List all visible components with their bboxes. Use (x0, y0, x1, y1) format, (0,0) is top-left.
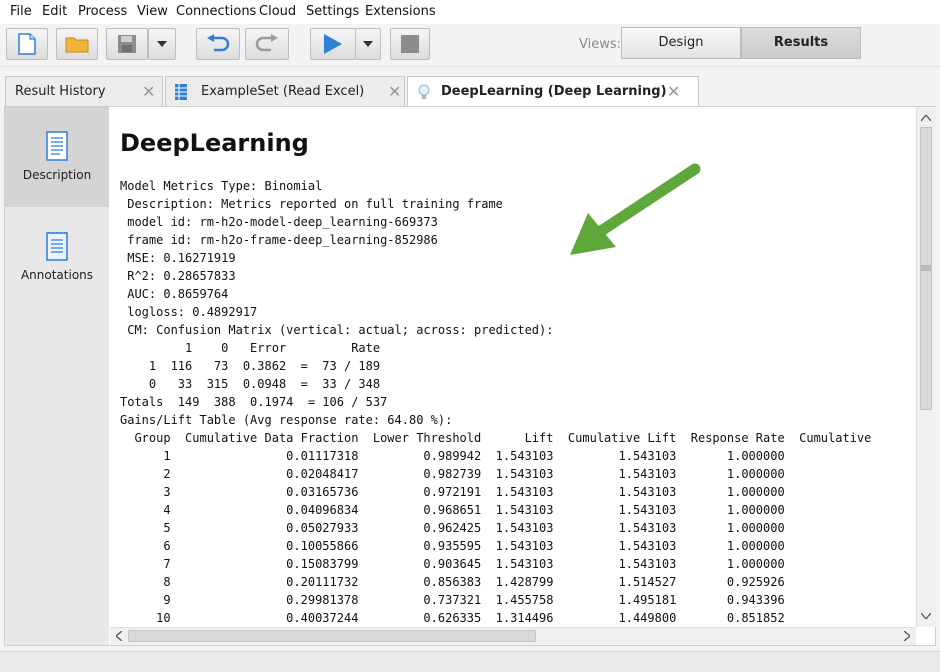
vertical-scrollbar[interactable] (916, 107, 936, 627)
menu-extensions[interactable]: Extensions (365, 4, 436, 19)
folder-icon (65, 37, 89, 53)
model-title: DeepLearning (120, 129, 309, 157)
sidebar-item-label: Annotations (20, 268, 94, 282)
tab-exampleset[interactable]: ExampleSet (Read Excel) ✕ (165, 76, 405, 106)
status-bar (0, 651, 940, 672)
table-icon (175, 84, 187, 100)
grip-icon (921, 265, 931, 271)
save-disk-icon (118, 35, 136, 53)
sidebar-item-label: Description (22, 168, 92, 182)
chevron-down-icon (363, 41, 373, 47)
scroll-down-icon[interactable] (921, 613, 931, 619)
tab-label: Result History (15, 84, 106, 99)
sidebar-item-annotations[interactable]: Annotations (5, 207, 109, 307)
menu-process[interactable]: Process (78, 4, 127, 19)
menu-view[interactable]: View (137, 4, 168, 19)
model-metrics-text: Model Metrics Type: Binomial Description… (120, 179, 872, 625)
new-document-icon (18, 33, 36, 55)
pointer-arrow-annotation (570, 163, 701, 255)
tab-deeplearning[interactable]: DeepLearning (Deep Learning) ✕ (407, 76, 699, 107)
scroll-up-icon[interactable] (921, 115, 931, 121)
description-document-icon (46, 131, 68, 161)
undo-icon (207, 34, 230, 52)
view-sidebar: Description Annotations (5, 107, 109, 645)
undo-button[interactable] (196, 28, 240, 60)
menu-connections[interactable]: Connections (176, 4, 256, 19)
close-icon[interactable]: ✕ (388, 82, 401, 101)
close-icon[interactable]: ✕ (667, 82, 680, 101)
menu-file[interactable]: File (10, 4, 32, 19)
menu-edit[interactable]: Edit (42, 4, 67, 19)
views-label: Views: (579, 37, 622, 52)
new-process-button[interactable] (6, 28, 48, 60)
scroll-left-icon[interactable] (116, 631, 122, 641)
menu-settings[interactable]: Settings (306, 4, 359, 19)
tab-label: ExampleSet (Read Excel) (201, 84, 365, 99)
redo-button[interactable] (245, 28, 289, 60)
horizontal-scroll-thumb[interactable] (128, 630, 536, 642)
save-options-dropdown[interactable] (148, 28, 176, 60)
stop-icon (401, 35, 419, 53)
scroll-right-icon[interactable] (904, 631, 910, 641)
description-content: DeepLearning Model Metrics Type: Binomia… (110, 107, 916, 627)
close-icon[interactable]: ✕ (142, 82, 155, 101)
run-options-dropdown[interactable] (355, 28, 381, 60)
redo-icon (255, 34, 278, 52)
toolbar: Views: Design Results (0, 24, 940, 67)
results-view-button[interactable]: Results (741, 27, 861, 59)
results-tab-bar: Result History ✕ ExampleSet (Read Excel)… (0, 66, 940, 107)
stop-process-button[interactable] (390, 28, 430, 60)
menu-bar: File Edit Process View Connections Cloud… (0, 0, 940, 24)
run-process-button[interactable] (310, 28, 356, 60)
menu-cloud[interactable]: Cloud (259, 4, 296, 19)
chevron-down-icon (157, 41, 167, 47)
annotations-notepad-icon (46, 232, 68, 261)
sidebar-item-description[interactable]: Description (5, 107, 109, 207)
open-process-button[interactable] (56, 28, 98, 60)
tab-result-history[interactable]: Result History ✕ (5, 76, 163, 106)
tab-label: DeepLearning (Deep Learning) (441, 84, 667, 99)
save-process-button[interactable] (106, 28, 148, 60)
play-icon (324, 34, 342, 54)
lightbulb-icon (418, 84, 430, 99)
horizontal-scrollbar[interactable] (110, 627, 916, 645)
design-view-button[interactable]: Design (621, 27, 741, 59)
